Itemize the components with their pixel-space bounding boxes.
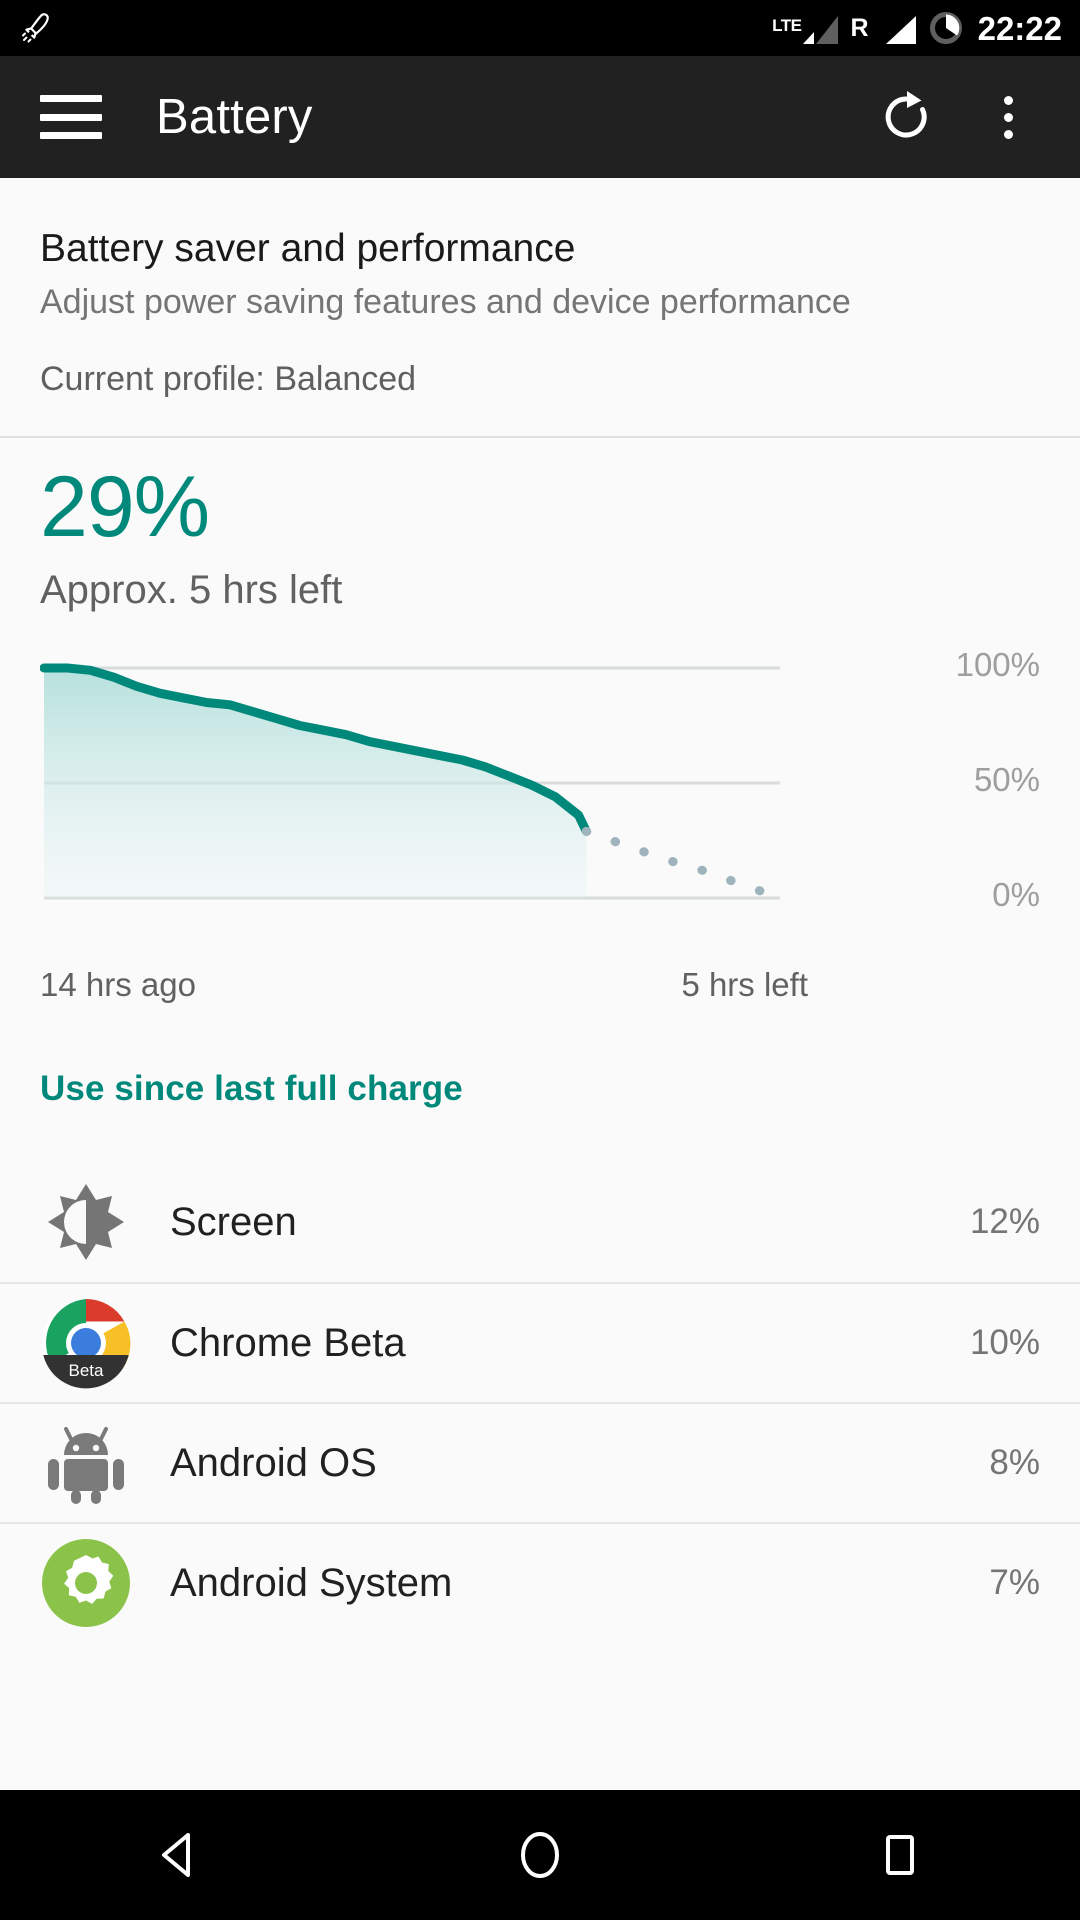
network-type-label: LTE [772,16,802,35]
app-name: Android System [170,1560,453,1605]
overflow-menu-icon[interactable] [972,81,1044,153]
brightness-icon [40,1176,132,1268]
use-since-last-full-charge-link[interactable]: Use since last full charge [0,1004,1080,1110]
page-title: Battery [156,90,313,144]
y-axis-label-0: 0% [992,875,1040,913]
status-bar-left [0,10,54,46]
current-profile-label: Current profile: Balanced [40,359,417,398]
y-axis-label-100: 100% [955,645,1040,683]
recents-square-icon[interactable] [840,1795,960,1915]
svg-text:Beta: Beta [69,1361,105,1380]
content-area: Battery saver and performance Adjust pow… [0,178,1080,1790]
battery-circle-icon [927,9,965,47]
app-name: Screen [170,1199,297,1244]
battery-history-chart: 100% 50% 0% [40,648,1040,948]
status-bar-right: LTE R 22:22 [772,9,1080,47]
status-bar-clock: 22:22 [977,9,1062,47]
app-bar-actions [870,81,1080,153]
navigation-bar [0,1790,1080,1920]
app-usage-list: Screen 12% Beta Chrome Beta 10% Android … [0,1162,1080,1642]
battery-percentage: 29% [40,458,210,555]
battery-time-left: Approx. 5 hrs left [40,567,343,612]
status-bar: LTE R 22:22 [0,0,1080,56]
chart-x-axis-labels: 14 hrs ago 5 hrs left [40,966,808,1004]
rocket-icon [18,10,54,46]
battery-status-block: 29% Approx. 5 hrs left 100% 50% 0% 14 hr… [0,438,1080,1004]
battery-saver-title: Battery saver and performance [40,227,576,270]
home-circle-icon[interactable] [480,1795,600,1915]
hamburger-menu-icon[interactable] [40,95,102,139]
table-row[interactable]: Android OS 8% [0,1401,1080,1522]
chrome-beta-icon: Beta [40,1297,132,1389]
x-axis-label-start: 14 hrs ago [40,965,196,1003]
lte-signal-icon: LTE [772,10,839,46]
phone-screen: LTE R 22:22 Battery Battery saver and pe… [0,0,1080,1920]
app-name: Android OS [170,1440,377,1485]
x-axis-label-end: 5 hrs left [681,965,808,1003]
android-robot-icon [40,1417,132,1509]
app-percent: 8% [989,1442,1040,1482]
battery-saver-section[interactable]: Battery saver and performance Adjust pow… [0,178,1080,436]
battery-saver-subtitle: Adjust power saving features and device … [40,283,851,322]
app-percent: 12% [969,1201,1040,1241]
app-bar: Battery [0,56,1080,178]
y-axis-label-50: 50% [973,760,1040,798]
settings-gear-icon [40,1537,132,1629]
back-triangle-icon[interactable] [120,1795,240,1915]
table-row[interactable]: Android System 7% [0,1521,1080,1642]
battery-chart-svg [40,663,785,903]
signal-strength-icon [880,10,918,46]
table-row[interactable]: Screen 12% [0,1162,1080,1282]
app-name: Chrome Beta [170,1320,406,1365]
table-row[interactable]: Beta Chrome Beta 10% [0,1281,1080,1402]
app-percent: 10% [969,1322,1040,1362]
chart-projection-line [581,826,785,903]
app-percent: 7% [989,1562,1040,1602]
chart-area-fill [44,667,587,898]
refresh-icon[interactable] [870,81,942,153]
roaming-indicator: R [850,13,869,42]
